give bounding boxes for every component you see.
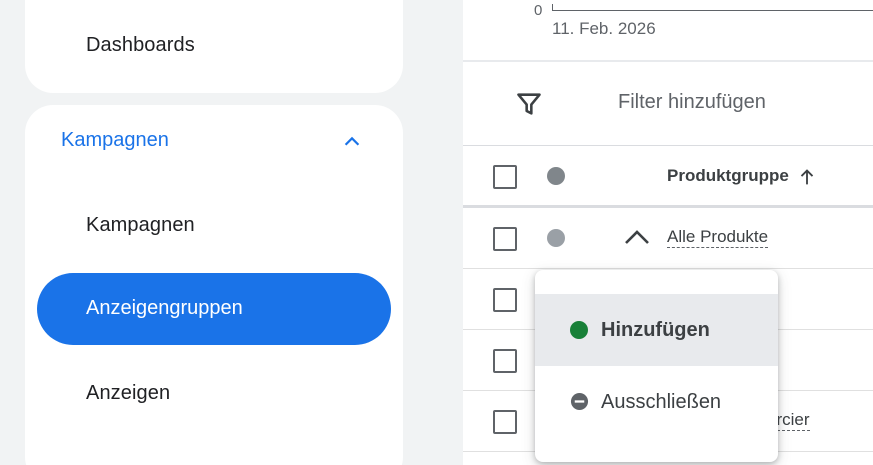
chart-y-zero-label: 0 <box>534 2 543 19</box>
chart-x-tick <box>552 4 553 11</box>
green-dot-icon <box>570 321 588 339</box>
row-checkbox[interactable] <box>493 410 517 434</box>
status-dot-icon <box>547 229 565 247</box>
chevron-up-icon[interactable] <box>623 226 651 250</box>
sidebar-item-anzeigengruppen[interactable]: Anzeigengruppen <box>37 273 391 345</box>
select-all-checkbox[interactable] <box>493 165 517 189</box>
add-exclude-menu: Hinzufügen Ausschließen <box>535 270 778 462</box>
sidebar-item-dashboards[interactable]: Dashboards <box>86 34 195 57</box>
sidebar-section-campaigns[interactable]: Kampagnen <box>25 105 403 177</box>
sidebar-item-label: Anzeigengruppen <box>86 297 243 319</box>
column-header-produktgruppe[interactable]: Produktgruppe <box>667 166 789 186</box>
menu-item-exclude[interactable]: Ausschließen <box>535 366 778 438</box>
sidebar-section-title: Kampagnen <box>61 129 169 151</box>
chart-x-date-label: 11. Feb. 2026 <box>552 19 656 38</box>
row-label-alle-produkte[interactable]: Alle Produkte <box>667 227 769 248</box>
filter-bar[interactable]: Filter hinzufügen <box>463 62 873 146</box>
minus-circle-icon <box>570 392 589 411</box>
sidebar-item-kampagnen[interactable]: Kampagnen <box>86 214 195 237</box>
row-checkbox[interactable] <box>493 349 517 373</box>
chevron-up-icon <box>344 136 360 146</box>
row-checkbox[interactable] <box>493 227 517 251</box>
menu-item-label: Ausschließen <box>601 391 722 413</box>
menu-item-add[interactable]: Hinzufügen <box>535 294 778 366</box>
table-row[interactable]: Alle Produkte <box>463 208 873 269</box>
table-header-row: Produktgruppe <box>463 146 873 208</box>
status-dot-icon <box>547 167 565 185</box>
sort-ascending-icon[interactable] <box>796 166 818 188</box>
filter-icon[interactable] <box>515 90 543 118</box>
row-checkbox[interactable] <box>493 288 517 312</box>
sidebar-item-anzeigen[interactable]: Anzeigen <box>86 382 170 405</box>
sidebar-top-card <box>25 0 403 93</box>
menu-item-label: Hinzufügen <box>601 319 710 341</box>
chart-x-axis <box>552 10 873 11</box>
filter-add-label[interactable]: Filter hinzufügen <box>618 91 766 114</box>
